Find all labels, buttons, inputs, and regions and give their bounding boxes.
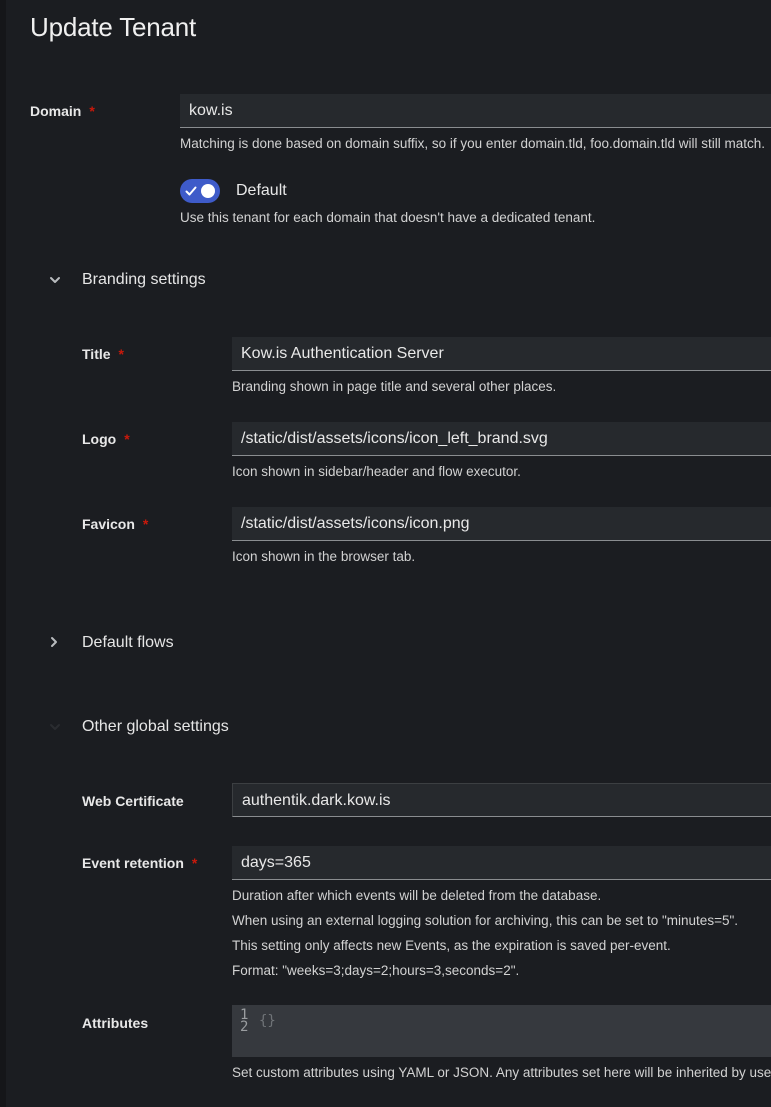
other-global-settings-toggle[interactable]: Other global settings	[82, 718, 229, 736]
title-help-text: Branding shown in page title and several…	[232, 379, 557, 394]
default-toggle-label: Default	[236, 182, 287, 199]
modal-title: Update Tenant	[30, 12, 197, 42]
event-retention-help-line: This setting only affects new Events, as…	[232, 938, 671, 953]
default-toggle[interactable]	[180, 179, 220, 203]
chevron-down-icon[interactable]	[49, 721, 61, 733]
domain-label: Domain *	[30, 103, 95, 119]
favicon-help-text: Icon shown in the browser tab.	[232, 549, 416, 564]
update-tenant-modal: Update Tenant Domain * kow.is Matching is…	[6, 0, 771, 1107]
attributes-help-text: Set custom attributes using YAML or JSON…	[232, 1065, 771, 1080]
line-number: 2	[240, 1019, 249, 1035]
required-marker: *	[124, 431, 130, 447]
attributes-code-text: {}	[259, 1013, 276, 1029]
logo-label: Logo *	[82, 431, 130, 447]
favicon-label-text: Favicon	[82, 516, 135, 532]
default-help-text: Use this tenant for each domain that doe…	[180, 210, 596, 225]
logo-input[interactable]: /static/dist/assets/icons/icon_left_bran…	[232, 422, 771, 456]
favicon-input[interactable]: /static/dist/assets/icons/icon.png	[232, 507, 771, 541]
event-retention-label: Event retention *	[82, 855, 197, 871]
title-label: Title *	[82, 346, 124, 362]
required-marker: *	[142, 516, 149, 532]
web-certificate-select[interactable]: authentik.dark.kow.is	[232, 783, 771, 817]
attributes-label: Attributes	[82, 1015, 149, 1031]
domain-input[interactable]: kow.is	[180, 94, 771, 128]
required-marker: *	[191, 855, 198, 871]
default-flows-toggle[interactable]: Default flows	[82, 634, 174, 652]
favicon-label: Favicon *	[82, 516, 148, 532]
title-label-text: Title	[82, 346, 111, 362]
required-marker: *	[118, 346, 124, 362]
logo-help-text: Icon shown in sidebar/header and flow ex…	[232, 464, 521, 479]
chevron-right-icon[interactable]	[48, 636, 60, 648]
event-retention-label-text: Event retention	[82, 855, 184, 871]
chevron-down-icon[interactable]	[49, 274, 61, 286]
domain-help-text: Matching is done based on domain suffix,…	[180, 136, 766, 151]
title-input[interactable]: Kow.is Authentication Server	[232, 337, 771, 371]
check-icon	[185, 186, 197, 196]
required-marker: *	[89, 103, 95, 119]
event-retention-help-line: Format: "weeks=3;days=2;hours=3,seconds=…	[232, 963, 520, 978]
web-certificate-label: Web Certificate	[82, 793, 184, 809]
domain-label-text: Domain	[30, 103, 82, 119]
event-retention-help-line: When using an external logging solution …	[232, 913, 738, 928]
event-retention-help-line: Duration after which events will be dele…	[232, 888, 602, 903]
attributes-code-editor[interactable]: 1 2 {}	[232, 1005, 771, 1057]
event-retention-input[interactable]: days=365	[232, 846, 771, 880]
line-number-gutter: 1 2	[232, 1005, 256, 1057]
toggle-knob	[201, 184, 215, 198]
logo-label-text: Logo	[82, 431, 117, 447]
branding-settings-toggle[interactable]: Branding settings	[82, 271, 206, 289]
